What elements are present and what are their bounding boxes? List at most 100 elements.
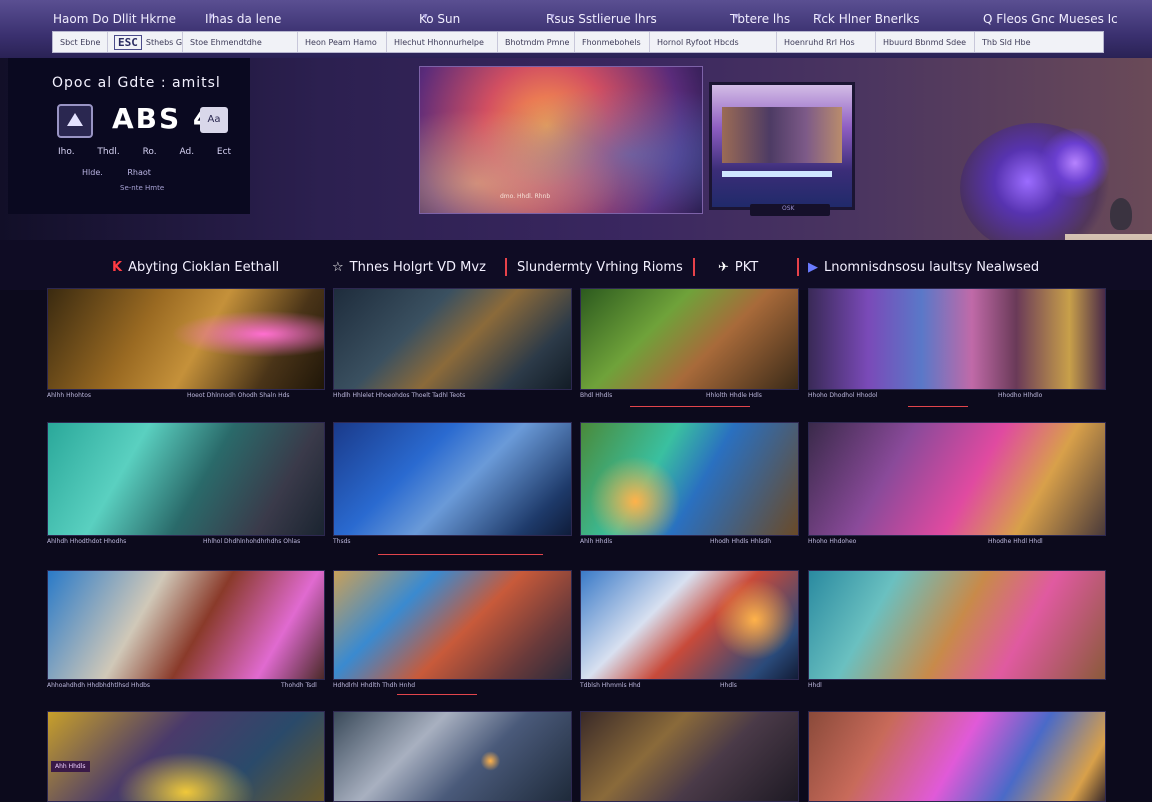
card-caption: Hhdl — [808, 682, 822, 689]
monitor-display[interactable] — [709, 82, 855, 210]
category-tab-4[interactable]: ✈ PKT — [718, 260, 758, 275]
game-card[interactable] — [580, 711, 799, 802]
toolbar-item-10[interactable]: Hbuurd Bbnmd Sdee — [876, 32, 975, 52]
progress-line — [378, 554, 543, 555]
nav-item-5-label: Tbtere lhs — [730, 12, 791, 26]
game-card[interactable]: Ahlhh Hhohtos Hoeot Dhlnnodh Ohodh Shaln… — [47, 288, 325, 418]
toolbar-item-11[interactable]: Thb Sld Hbe — [975, 32, 1053, 52]
card-thumbnail[interactable] — [580, 711, 799, 802]
monitor-screen-art — [722, 107, 842, 163]
game-card[interactable]: Tdblsh Hhmmls Hhd Hhdls — [580, 570, 799, 696]
card-thumbnail[interactable] — [47, 570, 325, 680]
hero-subtitle-2: Hlde. Rhaot — [82, 168, 151, 177]
card-caption: Hhoho Dhodhol Hhodol — [808, 392, 878, 399]
chevron-down-icon: ▾ — [209, 12, 214, 22]
card-thumbnail[interactable] — [808, 422, 1106, 536]
game-card[interactable]: Ahhoahdhdh Hhdbhdhtlhsd Hhdbs Thohdh Tsd… — [47, 570, 325, 696]
card-thumbnail[interactable] — [333, 422, 572, 536]
toolbar-item-8[interactable]: Hornol Ryfoot Hbcds — [650, 32, 777, 52]
toolbar-item-9[interactable]: Hoenruhd Rrl Hos — [777, 32, 876, 52]
nav-menu: Haom Do Dllit Hkrne Ilhas da lene ▾ Ko Su… — [0, 8, 1152, 30]
monitor-stand: OSK — [750, 204, 830, 216]
card-thumbnail[interactable] — [580, 288, 799, 390]
category-tab-2[interactable]: ☆ Thnes Holgrt VD Mvz — [332, 260, 486, 275]
game-card[interactable]: Ahh Hhdls — [47, 711, 325, 802]
game-card[interactable]: Ahlh Hhdls Hhodh Hhdls Hhlsdh — [580, 422, 799, 556]
card-caption-secondary: Hhodh Hhdls Hhlsdh — [710, 538, 772, 545]
category-tab-5[interactable]: ▶ Lnomnisdnsosu laultsy Nealwsed — [808, 260, 1039, 275]
toolbar-item-4[interactable]: Heon Peam Hamo — [298, 32, 387, 52]
game-card[interactable] — [808, 711, 1106, 802]
divider — [693, 258, 695, 276]
game-card[interactable]: Hhoho Hhdoheo Hhodhe Hhdl Hhdl — [808, 422, 1106, 556]
nav-item-1-label: Haom Do Dllit Hkrne — [53, 12, 177, 26]
card-caption-secondary: Hhlolth Hhdle Hdls — [706, 392, 762, 399]
toolbar: Sbct Ebne ESCSthebs Gldlo Stoe Ehmendtdh… — [52, 31, 1104, 53]
game-card[interactable]: Hhdlh Hhlelet Hhoeohdos Thoelt Tadhl Teo… — [333, 288, 572, 418]
chevron-down-icon: ▾ — [550, 12, 555, 22]
card-thumbnail[interactable] — [808, 570, 1106, 680]
card-thumbnail[interactable] — [580, 570, 799, 680]
card-thumbnail[interactable] — [333, 288, 572, 390]
progress-line — [630, 406, 750, 407]
card-thumbnail[interactable] — [580, 422, 799, 536]
card-thumbnail[interactable] — [333, 711, 572, 802]
top-navigation: Haom Do Dllit Hkrne Ilhas da lene ▾ Ko Su… — [0, 0, 1152, 58]
hero-subtitle: Iho. Thdl. Ro. Ad. Ect — [58, 147, 232, 157]
category-tab-3-label: Slundermty Vrhing Rioms — [517, 260, 683, 275]
hero-subtitle-3: Se-nte Hmte — [120, 184, 165, 192]
category-tab-5-label: Lnomnisdnsosu laultsy Nealwsed — [824, 260, 1040, 275]
card-caption-secondary: Hoeot Dhlnnodh Ohodh Shaln Hds — [187, 392, 290, 399]
card-caption-secondary: Hhlhol Dhdhlnhohdhrhdhs Ohlas — [203, 538, 301, 545]
card-thumbnail[interactable] — [808, 711, 1106, 802]
content-grid: Ahlhh Hhohtos Hoeot Dhlnnodh Ohodh Shaln… — [0, 288, 1152, 802]
card-caption-secondary: Thohdh Tsdl — [281, 682, 317, 689]
card-caption-secondary: Hhdls — [720, 682, 737, 689]
chevron-down-icon: ▾ — [423, 12, 428, 22]
game-card[interactable]: Ahlhdh Hhodthdot Hhodhs Hhlhol Dhdhlnhoh… — [47, 422, 325, 556]
hero-title: Opoc al Gdte : amitsl — [52, 75, 221, 91]
progress-line — [908, 406, 968, 407]
card-caption: Ahlh Hhdls — [580, 538, 613, 545]
category-tab-4-label: PKT — [734, 260, 759, 275]
badge-icon[interactable]: Aa — [200, 107, 228, 133]
triangle-logo-icon[interactable] — [57, 104, 93, 138]
card-thumbnail[interactable] — [47, 288, 325, 390]
vase — [1110, 198, 1132, 230]
toolbar-item-2-label: Sthebs Gldlo — [145, 37, 183, 47]
card-thumbnail[interactable] — [808, 288, 1106, 390]
game-card[interactable]: Bhdl Hhdls Hhlolth Hhdle Hdls — [580, 288, 799, 418]
game-card[interactable]: Thsds — [333, 422, 572, 556]
toolbar-item-7[interactable]: Fhonmebohels — [575, 32, 650, 52]
category-bar: K Abyting Cioklan Eethall ☆ Thnes Holgrt V… — [0, 240, 1152, 290]
nav-item-7-label: Q Fleos Gnc Mueses Ic — [983, 12, 1118, 26]
hero-artwork[interactable]: dmo. Hhdl. Rhnb — [419, 66, 703, 214]
divider — [505, 258, 507, 276]
card-thumbnail[interactable] — [333, 570, 572, 680]
game-card[interactable]: Hhdl — [808, 570, 1106, 696]
card-thumbnail[interactable] — [47, 711, 325, 802]
card-caption: Hhoho Hhdoheo — [808, 538, 857, 545]
progress-line — [397, 694, 477, 695]
nav-item-4-label: Rsus Sstlierue lhrs — [546, 12, 657, 26]
card-caption-secondary: Hhodhe Hhdl Hhdl — [988, 538, 1043, 545]
plane-icon: ✈ — [718, 260, 729, 275]
category-tab-3[interactable]: Slundermty Vrhing Rioms — [517, 260, 683, 275]
card-caption: Ahhoahdhdh Hhdbhdhtlhsd Hhdbs — [47, 682, 151, 689]
game-card[interactable]: Hdhdlrhl Hhdlth Thdh Hnhd — [333, 570, 572, 696]
category-tab-2-label: Thnes Holgrt VD Mvz — [349, 260, 486, 275]
toolbar-logo-cell[interactable]: ESCSthebs Gldlo — [108, 32, 183, 52]
game-card[interactable] — [333, 711, 572, 802]
site-logo: ESC — [114, 34, 142, 50]
toolbar-item-1[interactable]: Sbct Ebne — [53, 32, 108, 52]
card-caption: Bhdl Hhdls — [580, 392, 613, 399]
card-badge: Ahh Hhdls — [51, 761, 90, 772]
card-thumbnail[interactable] — [47, 422, 325, 536]
toolbar-item-6[interactable]: Bhotmdm Pmne — [498, 32, 575, 52]
category-tab-1[interactable]: K Abyting Cioklan Eethall — [112, 260, 279, 275]
game-card[interactable]: Hhoho Dhodhol Hhodol Hhodho Hlhdlo — [808, 288, 1106, 418]
toolbar-item-5[interactable]: Hlechut Hhonnurhelpe — [387, 32, 498, 52]
chevron-down-icon: ▾ — [734, 12, 739, 22]
nav-item-6-label: Rck Hlner Bnerlks — [813, 12, 920, 26]
toolbar-item-3[interactable]: Stoe Ehmendtdhe — [183, 32, 298, 52]
